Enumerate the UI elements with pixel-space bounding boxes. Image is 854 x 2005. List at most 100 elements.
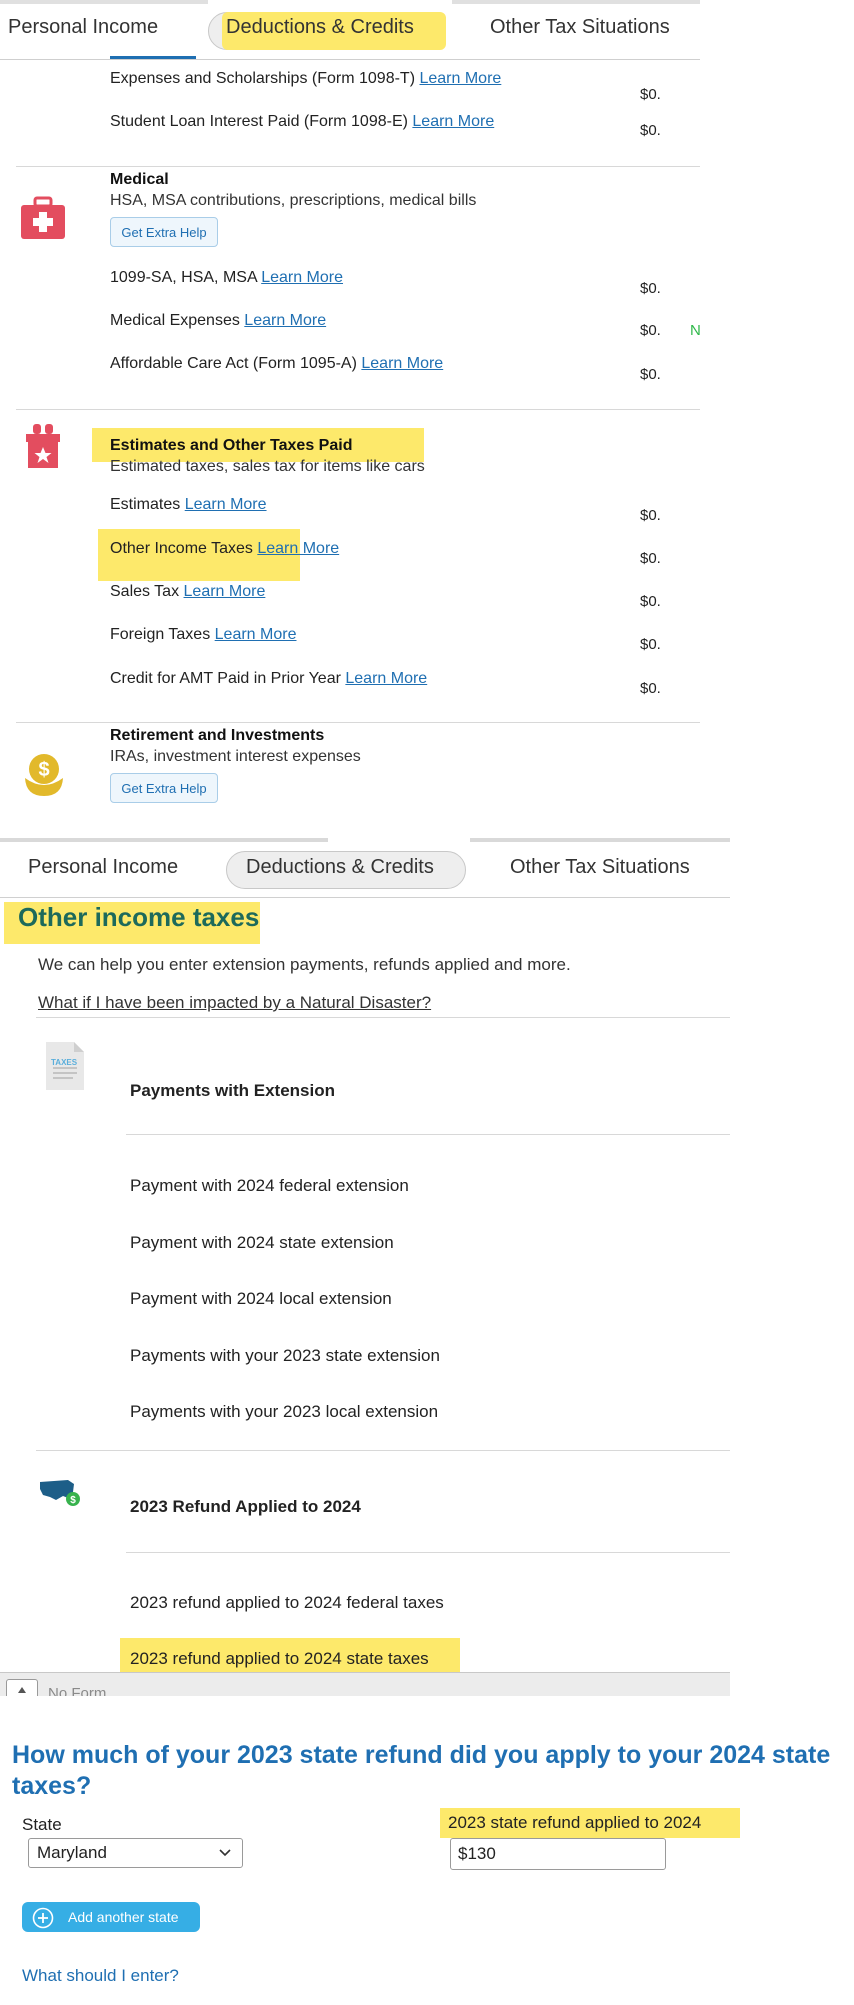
second-tab-bar: Personal Income Deductions & Credits Oth… bbox=[0, 838, 730, 898]
get-extra-help-button[interactable]: Get Extra Help bbox=[110, 217, 218, 247]
svg-text:$: $ bbox=[70, 1495, 76, 1506]
tab-underline-bar bbox=[452, 0, 700, 4]
state-select[interactable]: Maryland bbox=[28, 1838, 243, 1868]
row-amount: $0. bbox=[640, 322, 661, 339]
row-label: Other Income Taxes bbox=[110, 540, 253, 557]
natural-disaster-link[interactable]: What if I have been impacted by a Natura… bbox=[38, 993, 431, 1013]
row-label: Foreign Taxes bbox=[110, 626, 211, 643]
learn-more-link[interactable]: Learn More bbox=[244, 312, 326, 329]
learn-more-link[interactable]: Learn More bbox=[261, 269, 343, 286]
row-amount: $0. bbox=[640, 280, 661, 297]
tab-personal-income[interactable]: Personal Income bbox=[28, 856, 178, 879]
row-label: Student Loan Interest Paid (Form 1098-E) bbox=[110, 113, 408, 130]
tab-deductions-credits[interactable]: Deductions & Credits bbox=[226, 16, 414, 39]
refund-row[interactable]: 2023 refund applied to 2024 state taxes bbox=[130, 1649, 429, 1669]
list-item: Sales Tax Learn More bbox=[110, 583, 265, 601]
divider bbox=[36, 1017, 730, 1018]
section-title-medical: Medical bbox=[110, 171, 169, 188]
tax-document-icon: TAXES bbox=[44, 1040, 86, 1092]
extension-row[interactable]: Payment with 2024 state extension bbox=[130, 1233, 394, 1253]
learn-more-link[interactable]: Learn More bbox=[361, 355, 443, 372]
divider bbox=[126, 1134, 730, 1135]
row-amount: $0. bbox=[640, 86, 661, 103]
learn-more-link[interactable]: Learn More bbox=[185, 496, 267, 513]
footer-bar: No Form bbox=[0, 1672, 730, 1696]
collapse-button[interactable] bbox=[6, 1679, 38, 1696]
list-item: Student Loan Interest Paid (Form 1098-E)… bbox=[110, 113, 494, 131]
section-title-estimates: Estimates and Other Taxes Paid bbox=[110, 437, 353, 454]
row-label: 1099-SA, HSA, MSA bbox=[110, 269, 257, 286]
state-label: State bbox=[22, 1815, 62, 1834]
list-item: Medical Expenses Learn More bbox=[110, 312, 326, 330]
learn-more-link[interactable]: Learn More bbox=[215, 626, 297, 643]
page-title: Other income taxes bbox=[18, 902, 260, 932]
first-aid-kit-icon bbox=[20, 196, 66, 240]
tab-underline-gap bbox=[328, 838, 470, 842]
tab-personal-income[interactable]: Personal Income bbox=[8, 16, 158, 39]
top-tab-bar: Personal Income Deductions & Credits Oth… bbox=[0, 0, 700, 60]
row-amount: $0. bbox=[640, 507, 661, 524]
add-another-state-button[interactable]: Add another state bbox=[22, 1902, 200, 1932]
chevron-down-icon bbox=[219, 1849, 231, 1857]
learn-more-link[interactable]: Learn More bbox=[412, 113, 494, 130]
list-item: 1099-SA, HSA, MSA Learn More bbox=[110, 269, 343, 287]
extension-row[interactable]: Payments with your 2023 state extension bbox=[130, 1346, 440, 1366]
extension-row[interactable]: Payments with your 2023 local extension bbox=[130, 1402, 438, 1422]
row-label: Expenses and Scholarships (Form 1098-T) bbox=[110, 70, 416, 87]
divider bbox=[36, 1450, 730, 1451]
taxes-icon-label: TAXES bbox=[51, 1058, 78, 1067]
row-label: Estimates bbox=[110, 496, 181, 513]
learn-more-link[interactable]: Learn More bbox=[345, 670, 427, 687]
section-subtitle-estimates: Estimated taxes, sales tax for items lik… bbox=[110, 458, 425, 475]
learn-more-link[interactable]: Learn More bbox=[257, 540, 339, 557]
extension-row[interactable]: Payment with 2024 federal extension bbox=[130, 1176, 409, 1196]
question-title: How much of your 2023 state refund did y… bbox=[12, 1741, 831, 1800]
add-another-state-label: Add another state bbox=[68, 1909, 179, 1925]
get-extra-help-button[interactable]: Get Extra Help bbox=[110, 773, 218, 803]
extension-row[interactable]: Payment with 2024 local extension bbox=[130, 1289, 392, 1309]
refund-applied-input[interactable] bbox=[450, 1838, 666, 1870]
list-item: Estimates Learn More bbox=[110, 496, 267, 514]
row-amount: $0. bbox=[640, 550, 661, 567]
tab-other-tax-situations[interactable]: Other Tax Situations bbox=[490, 16, 670, 39]
list-item: Other Income Taxes Learn More bbox=[110, 540, 339, 558]
footer-text: No Form bbox=[48, 1685, 107, 1696]
row-amount: $0. bbox=[640, 593, 661, 610]
learn-more-link[interactable]: Learn More bbox=[184, 583, 266, 600]
svg-text:$: $ bbox=[38, 759, 49, 781]
scroll-indicator bbox=[110, 56, 196, 59]
row-label: Credit for AMT Paid in Prior Year bbox=[110, 670, 341, 687]
list-item: Foreign Taxes Learn More bbox=[110, 626, 296, 644]
row-label: Affordable Care Act (Form 1095-A) bbox=[110, 355, 357, 372]
plus-circle-icon bbox=[32, 1907, 54, 1929]
section-title-retirement: Retirement and Investments bbox=[110, 727, 325, 744]
section-subtitle-medical: HSA, MSA contributions, prescriptions, m… bbox=[110, 192, 477, 209]
money-bag-icon: $ bbox=[22, 748, 66, 798]
list-item: Affordable Care Act (Form 1095-A) Learn … bbox=[110, 355, 443, 373]
divider bbox=[126, 1552, 730, 1553]
refund-row[interactable]: 2023 refund applied to 2024 federal taxe… bbox=[130, 1593, 444, 1613]
divider bbox=[16, 722, 700, 723]
us-map-dollar-icon: $ bbox=[38, 1478, 82, 1510]
section-title-refund: 2023 Refund Applied to 2024 bbox=[130, 1497, 361, 1516]
state-value: Maryland bbox=[37, 1843, 107, 1862]
row-amount: $0. bbox=[640, 122, 661, 139]
divider bbox=[16, 166, 700, 167]
what-should-i-enter-link[interactable]: What should I enter? bbox=[22, 1966, 179, 1986]
section-subtitle-retirement: IRAs, investment interest expenses bbox=[110, 748, 361, 765]
gift-box-star-icon bbox=[24, 422, 62, 470]
row-label: Medical Expenses bbox=[110, 312, 240, 329]
intro-text: We can help you enter extension payments… bbox=[38, 955, 571, 974]
status-badge: N bbox=[690, 322, 701, 339]
tab-deductions-credits[interactable]: Deductions & Credits bbox=[246, 856, 434, 879]
refund-applied-label: 2023 state refund applied to 2024 bbox=[448, 1813, 702, 1832]
divider bbox=[16, 409, 700, 410]
chevron-up-icon bbox=[18, 1687, 26, 1693]
list-item: Expenses and Scholarships (Form 1098-T) … bbox=[110, 70, 501, 88]
row-label: Sales Tax bbox=[110, 583, 180, 600]
list-item: Credit for AMT Paid in Prior Year Learn … bbox=[110, 670, 427, 688]
tab-other-tax-situations[interactable]: Other Tax Situations bbox=[510, 856, 690, 879]
learn-more-link[interactable]: Learn More bbox=[419, 70, 501, 87]
row-amount: $0. bbox=[640, 636, 661, 653]
row-amount: $0. bbox=[640, 680, 661, 697]
